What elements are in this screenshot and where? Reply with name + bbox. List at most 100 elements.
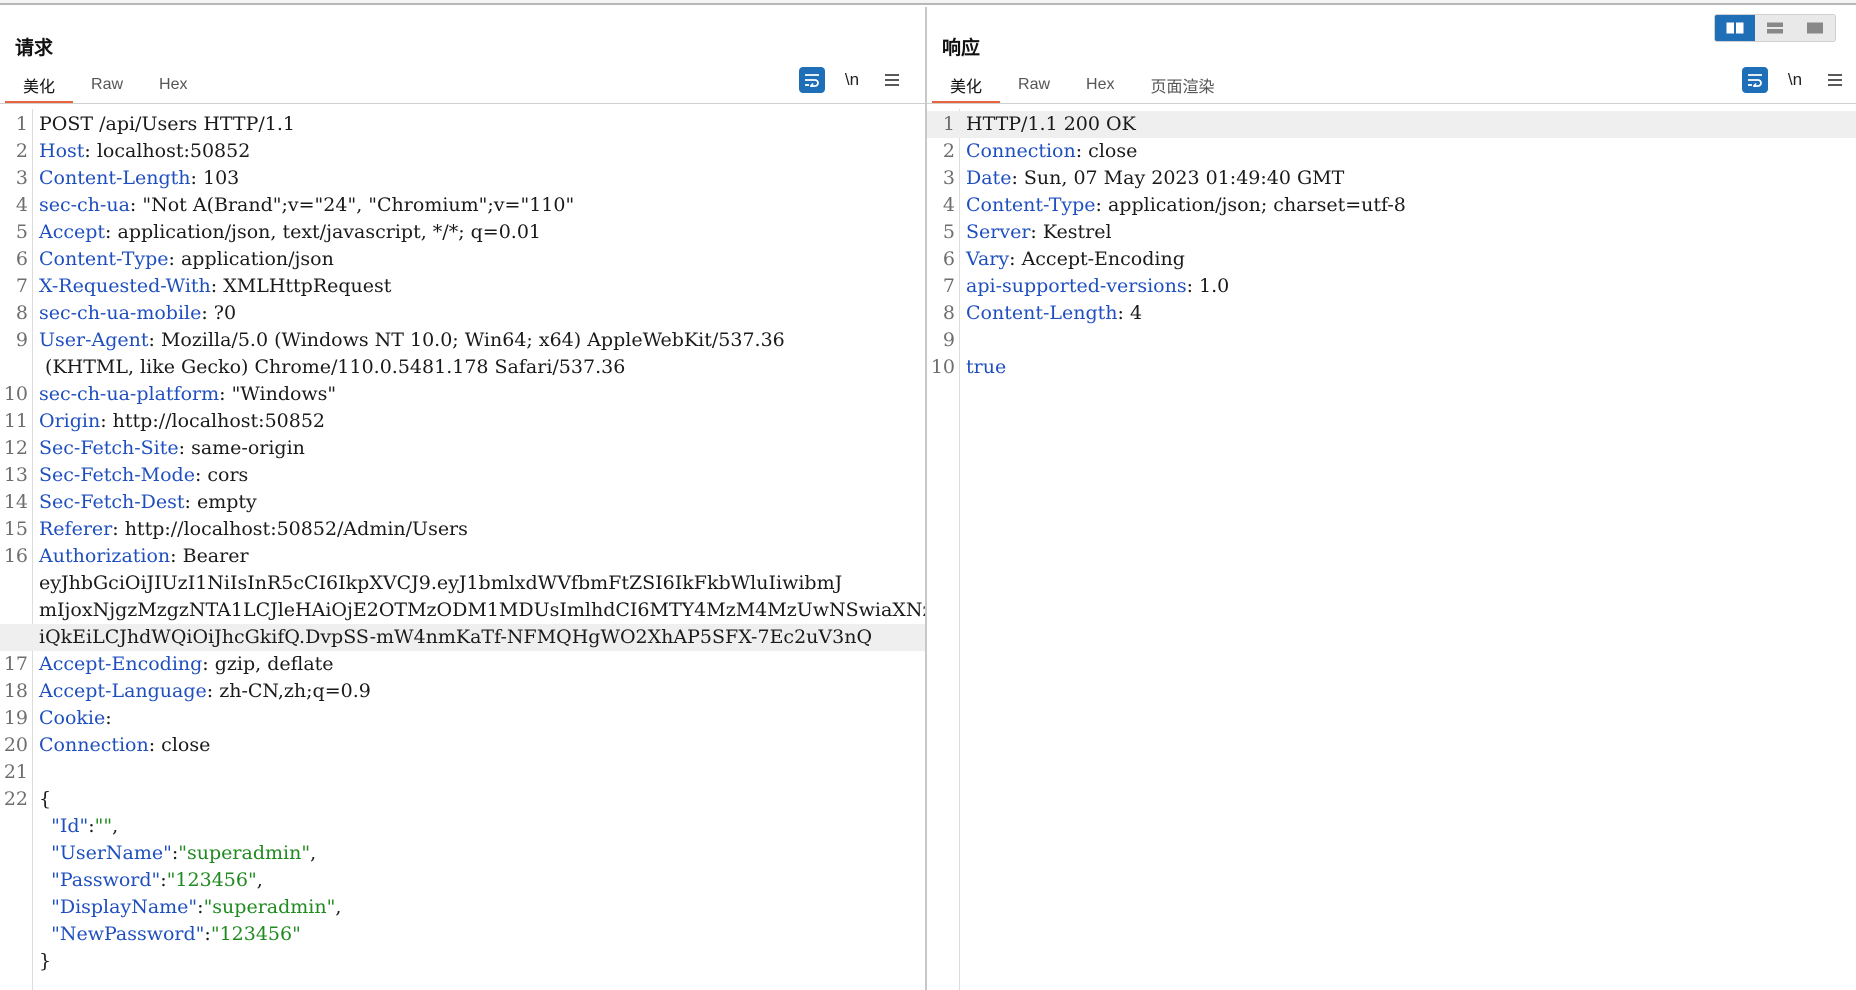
tab-0[interactable]: 美化 xyxy=(5,69,74,104)
code-line: 3 Content-Length: 103 xyxy=(0,165,925,192)
code-line: "UserName":"superadmin", xyxy=(0,840,925,867)
code-line-wrapped: mIjoxNjgzMzgzNTA1LCJleHAiOjE2OTMzODM1MDU… xyxy=(0,597,925,624)
line-content: Date: Sun, 07 May 2023 01:49:40 GMT xyxy=(966,167,1344,189)
wrapped-text: (KHTML, like Gecko) Chrome/110.0.5481.17… xyxy=(39,356,626,378)
response-panel: 响应 美化 Raw Hex 页面渲染 \n 1 HTTP/1.1 200 OK 2 Conn… xyxy=(927,7,1856,990)
header-value: zh-CN,zh;q=0.9 xyxy=(213,680,371,702)
code-line: 21 xyxy=(0,759,925,786)
code-line: 9 xyxy=(927,327,1856,354)
json-key: "Password" xyxy=(51,869,161,891)
header-name: Sec-Fetch-Site xyxy=(39,437,179,459)
line-number: 9 xyxy=(15,329,28,351)
header-value: localhost:50852 xyxy=(90,140,251,162)
header-name: Accept-Encoding xyxy=(39,653,203,675)
wrap-icon[interactable] xyxy=(799,67,825,93)
header-value: http://localhost:50852 xyxy=(106,410,326,432)
line-text: { xyxy=(39,788,52,810)
line-content: Content-Length: 103 xyxy=(39,167,239,189)
line-content: Cookie: xyxy=(39,707,118,729)
wrapped-text: eyJhbGciOiJIUzI1NiIsInR5cCI6IkpXVCJ9.eyJ… xyxy=(39,572,843,594)
header-name: Sec-Fetch-Mode xyxy=(39,464,195,486)
line-content: Host: localhost:50852 xyxy=(39,140,250,162)
json-key: "DisplayName" xyxy=(51,896,198,918)
code-line: "NewPassword":"123456" xyxy=(0,921,925,948)
line-content: Accept: application/json, text/javascrip… xyxy=(39,221,541,243)
header-value: ?0 xyxy=(207,302,237,324)
tab-1[interactable]: Raw xyxy=(73,69,141,101)
menu-icon[interactable] xyxy=(879,67,905,93)
tab-0[interactable]: 美化 xyxy=(932,69,1001,104)
menu-icon[interactable] xyxy=(1822,67,1848,93)
code-line: 12 Sec-Fetch-Site: same-origin xyxy=(0,435,925,462)
code-line: 3 Date: Sun, 07 May 2023 01:49:40 GMT xyxy=(927,165,1856,192)
header-value: Bearer xyxy=(176,545,249,567)
request-editor[interactable]: 1 POST /api/Users HTTP/1.1 2 Host: localhos… xyxy=(0,109,925,990)
line-content: POST /api/Users HTTP/1.1 xyxy=(39,113,295,135)
header-name: Accept-Language xyxy=(39,680,207,702)
line-number: 9 xyxy=(942,329,955,351)
json-key: "UserName" xyxy=(51,842,172,864)
line-number: 20 xyxy=(3,734,28,756)
line-number: 8 xyxy=(15,302,28,324)
code-line: 19 Cookie: xyxy=(0,705,925,732)
line-number: 7 xyxy=(15,275,28,297)
code-line-wrapped: eyJhbGciOiJIUzI1NiIsInR5cCI6IkpXVCJ9.eyJ… xyxy=(0,570,925,597)
request-toolbar: \n xyxy=(799,67,905,93)
line-content: "Id":"", xyxy=(39,815,118,837)
wrap-icon[interactable] xyxy=(1742,67,1768,93)
tab-2[interactable]: Hex xyxy=(141,69,205,101)
header-name: Content-Type xyxy=(39,248,169,270)
code-line: 16 Authorization: Bearer xyxy=(0,543,925,570)
line-content: true xyxy=(966,356,1006,378)
line-content: sec-ch-ua-platform: "Windows" xyxy=(39,383,336,405)
line-content: Connection: close xyxy=(966,140,1137,162)
code-line: 5 Accept: application/json, text/javascri… xyxy=(0,219,925,246)
response-lines: 1 HTTP/1.1 200 OK 2 Connection: close 3 Date:… xyxy=(927,111,1856,381)
tab-3[interactable]: 页面渲染 xyxy=(1132,69,1232,101)
line-number: 11 xyxy=(3,410,28,432)
header-value: "Windows" xyxy=(225,383,337,405)
tab-1[interactable]: Raw xyxy=(1000,69,1068,101)
header-value: http://localhost:50852/Admin/Users xyxy=(118,518,468,540)
line-number: 8 xyxy=(942,302,955,324)
line-content: User-Agent: Mozilla/5.0 (Windows NT 10.0… xyxy=(39,329,785,351)
header-name: Content-Length xyxy=(966,302,1118,324)
line-content: "DisplayName":"superadmin", xyxy=(39,896,341,918)
line-number: 4 xyxy=(942,194,955,216)
line-number: 10 xyxy=(3,383,28,405)
header-name: Vary xyxy=(966,248,1010,270)
response-editor[interactable]: 1 HTTP/1.1 200 OK 2 Connection: close 3 Date:… xyxy=(927,109,1856,990)
line-content: Vary: Accept-Encoding xyxy=(966,248,1185,270)
header-name: Authorization xyxy=(39,545,171,567)
header-value: Sun, 07 May 2023 01:49:40 GMT xyxy=(1017,167,1345,189)
header-name: api-supported-versions xyxy=(966,275,1187,297)
request-tabs: 美化 Raw Hex xyxy=(5,69,205,104)
code-line: 11 Origin: http://localhost:50852 xyxy=(0,408,925,435)
header-value: Accept-Encoding xyxy=(1015,248,1185,270)
code-line: 20 Connection: close xyxy=(0,732,925,759)
header-name: Host xyxy=(39,140,85,162)
line-content: sec-ch-ua-mobile: ?0 xyxy=(39,302,236,324)
code-line-wrapped: (KHTML, like Gecko) Chrome/110.0.5481.17… xyxy=(0,354,925,381)
line-content: Authorization: Bearer xyxy=(39,545,249,567)
header-name: Referer xyxy=(39,518,113,540)
code-line: 7 api-supported-versions: 1.0 xyxy=(927,273,1856,300)
newline-toggle-button[interactable]: \n xyxy=(1782,67,1808,93)
body-value: true xyxy=(966,356,1007,378)
line-number: 14 xyxy=(3,491,28,513)
tab-2[interactable]: Hex xyxy=(1068,69,1132,101)
newline-toggle-button[interactable]: \n xyxy=(839,67,865,93)
line-number: 1 xyxy=(942,113,955,135)
line-content: Content-Type: application/json xyxy=(39,248,334,270)
window-top-border xyxy=(0,0,1856,5)
code-line: 7 X-Requested-With: XMLHttpRequest xyxy=(0,273,925,300)
header-name: Content-Type xyxy=(966,194,1096,216)
header-value: application/json xyxy=(174,248,334,270)
line-content: HTTP/1.1 200 OK xyxy=(966,113,1136,135)
header-value: empty xyxy=(190,491,257,513)
header-value: cors xyxy=(201,464,249,486)
code-line: 10 sec-ch-ua-platform: "Windows" xyxy=(0,381,925,408)
request-panel: 请求 美化 Raw Hex \n 1 POST /api/Users HTTP/1.1… xyxy=(0,7,927,990)
